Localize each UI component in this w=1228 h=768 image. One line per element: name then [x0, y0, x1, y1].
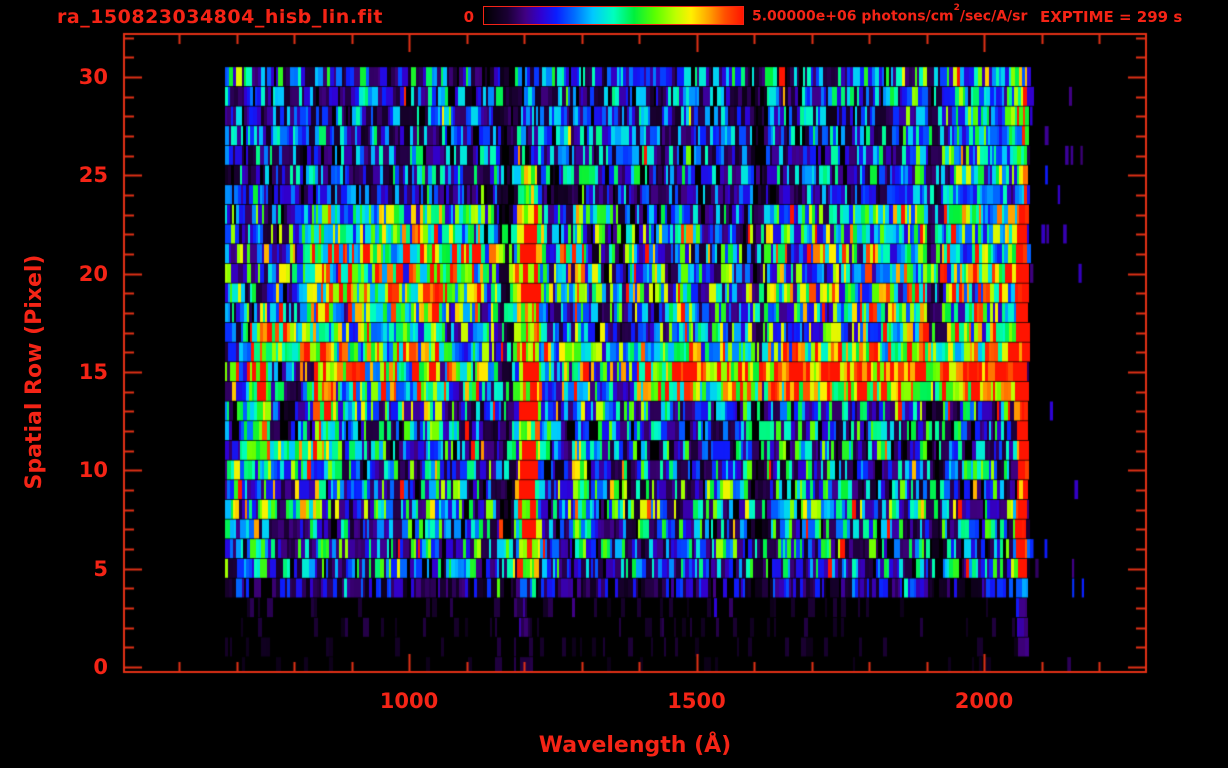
colorbar-units-sup: 2 [953, 3, 960, 13]
colorbar-max-value: 5.00000e+06 [752, 8, 857, 25]
y-tick-label: 30 [78, 64, 108, 89]
y-tick-label: 10 [78, 458, 108, 483]
y-tick-label: 15 [78, 359, 108, 384]
colorbar-gradient [483, 6, 744, 25]
x-tick-label: 2000 [954, 689, 1014, 713]
y-axis-title: Spatial Row (Pixel) [22, 254, 47, 490]
file-title: ra_150823034804_hisb_lin.fit [57, 6, 383, 28]
x-axis-title: Wavelength (Å) [538, 733, 732, 758]
colorbar-max-label: 5.00000e+06 photons/cm2/sec/A/sr [752, 3, 1028, 25]
y-tick-label: 5 [93, 556, 108, 581]
colorbar-min-label: 0 [463, 8, 474, 26]
y-tick-label: 0 [93, 655, 108, 679]
y-tick-label: 25 [78, 163, 108, 188]
y-tick-label: 20 [78, 261, 108, 286]
colorbar-units-pre: photons/cm [861, 8, 954, 25]
x-tick-label: 1500 [667, 689, 726, 713]
spectrogram-canvas [0, 0, 1228, 768]
colorbar-units-post: /sec/A/sr [959, 8, 1028, 25]
exptime-label: EXPTIME = 299 s [1040, 8, 1183, 26]
spectral-image-viewer: ra_150823034804_hisb_lin.fit 0 5.00000e+… [0, 0, 1228, 768]
x-tick-label: 1000 [379, 689, 439, 713]
